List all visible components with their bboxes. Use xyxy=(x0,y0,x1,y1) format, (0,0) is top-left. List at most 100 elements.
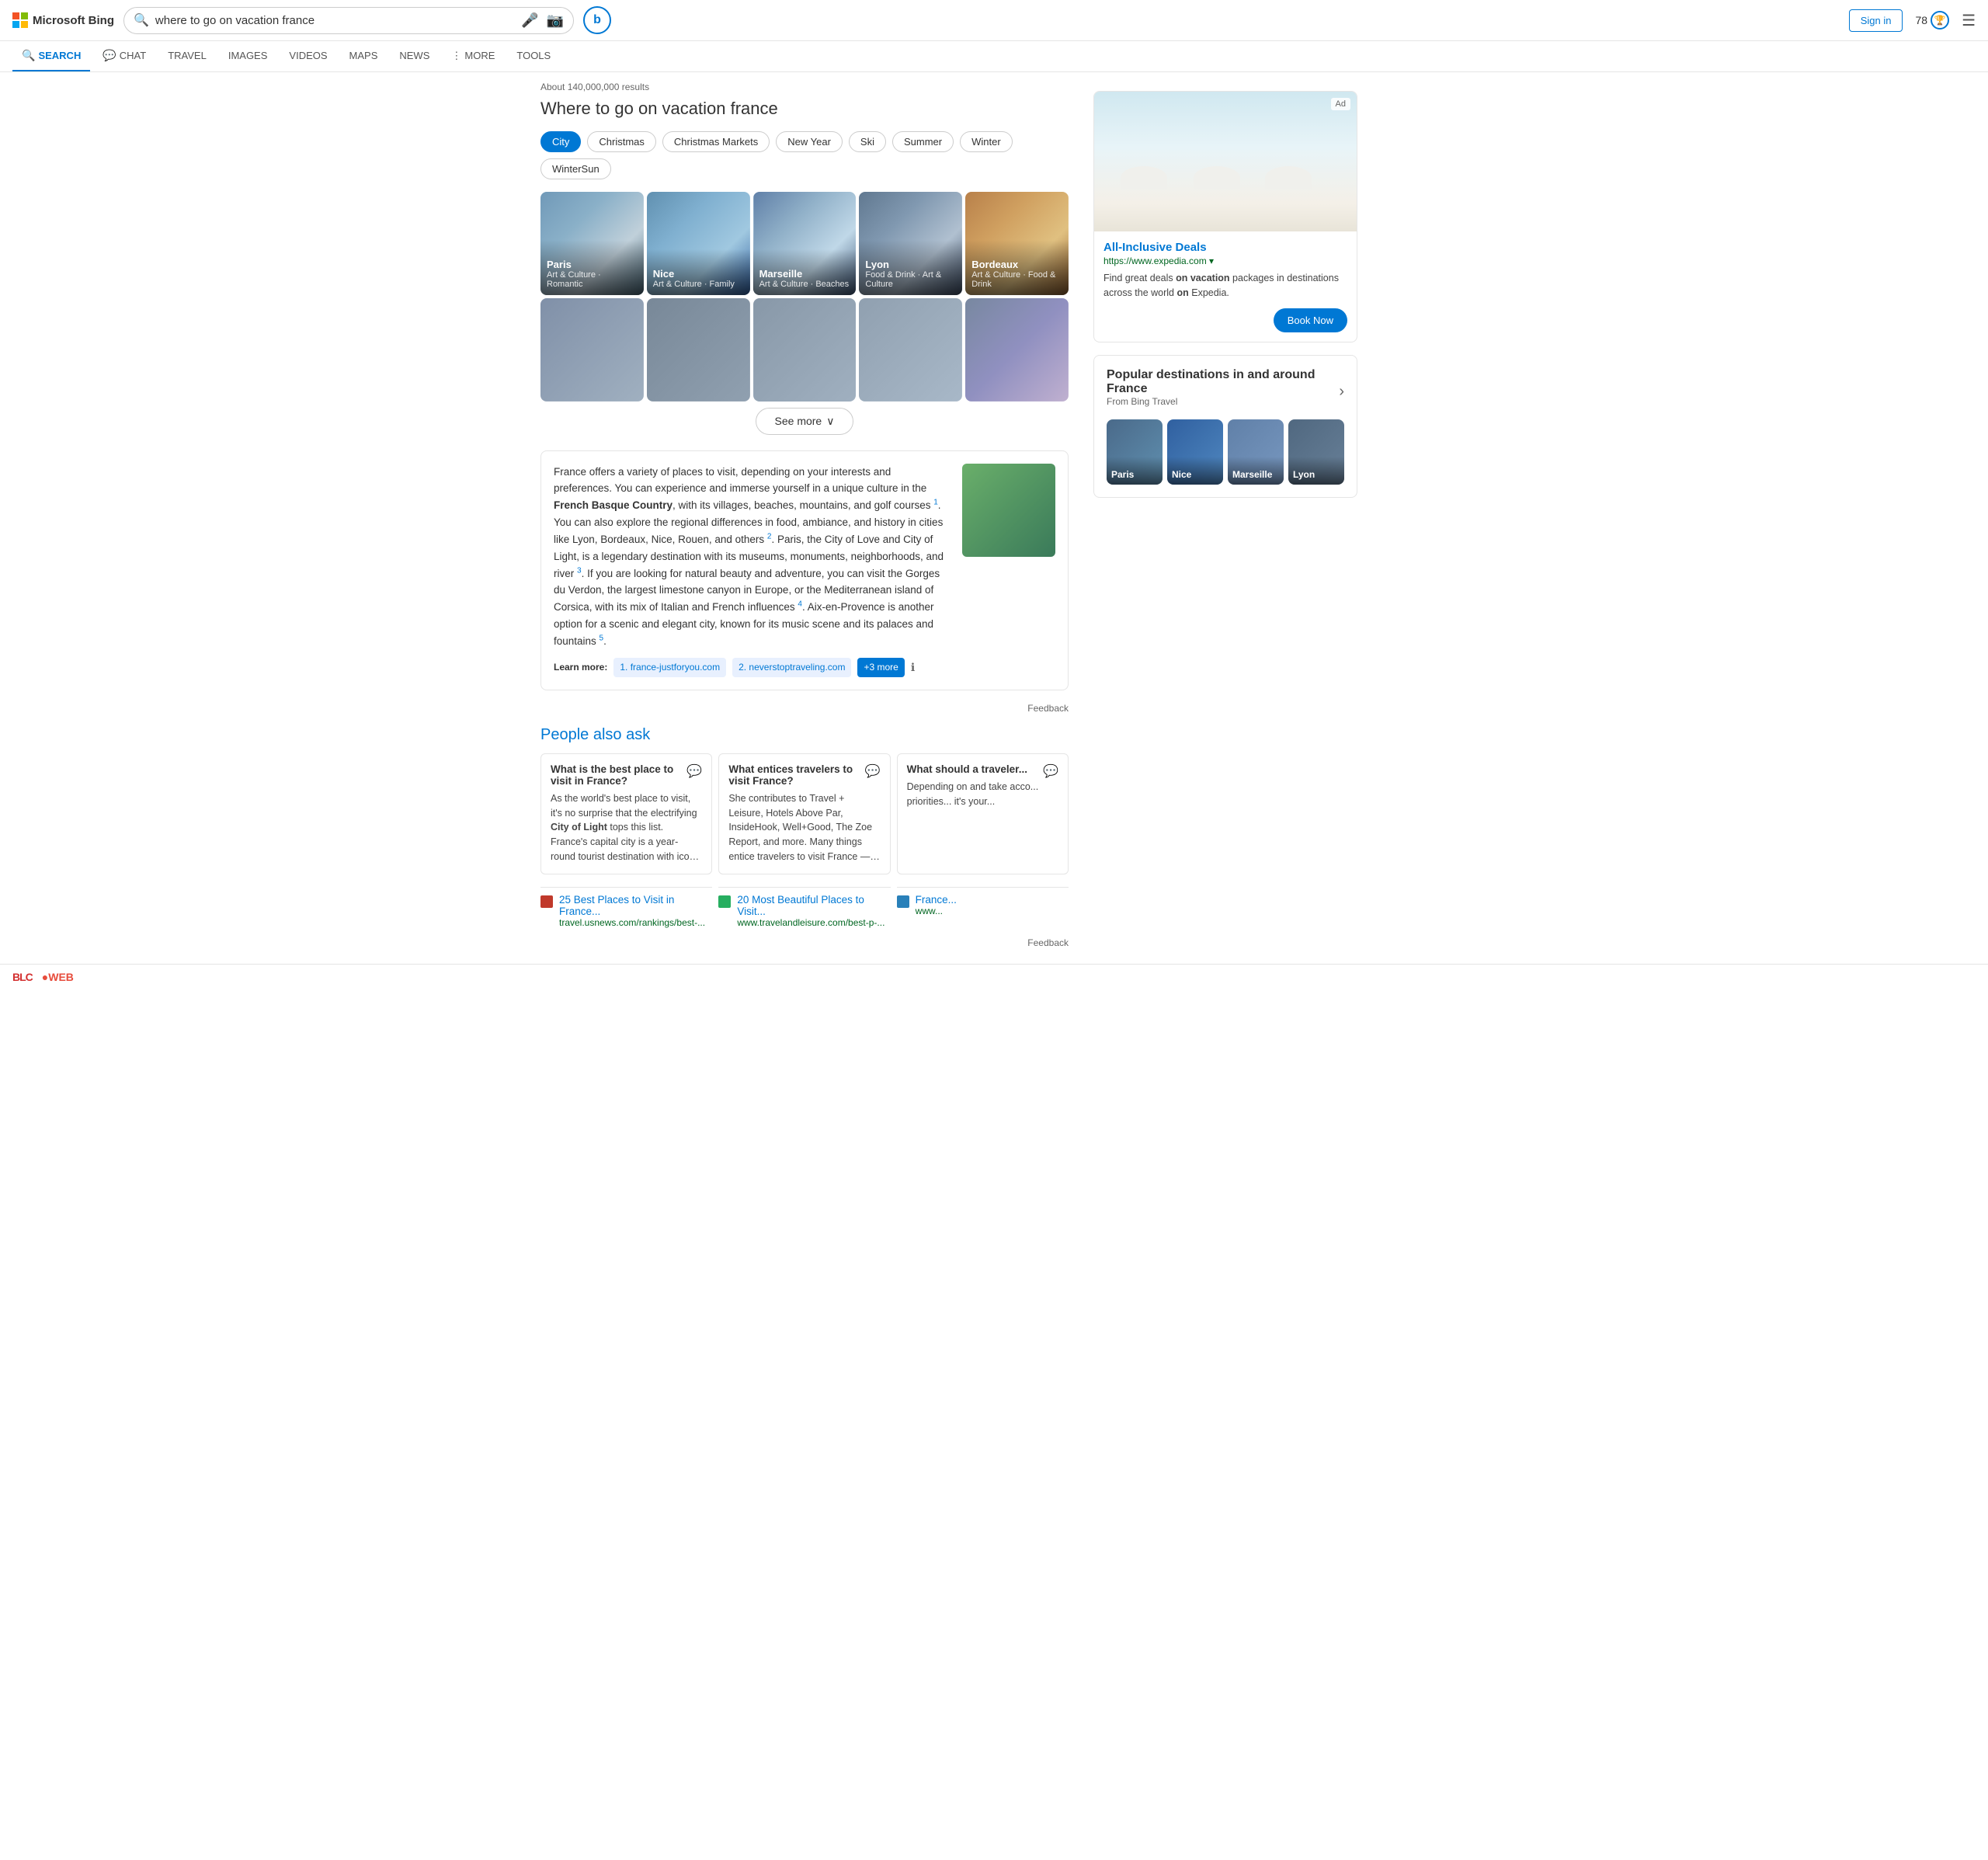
bottom-bar: BLC ●WEB xyxy=(0,964,1988,989)
nav-item-maps[interactable]: MAPS xyxy=(340,42,388,71)
nav-item-news[interactable]: NEWS xyxy=(390,42,439,71)
book-now-button[interactable]: Book Now xyxy=(1274,308,1347,332)
nav-item-videos[interactable]: VIDEOS xyxy=(280,42,336,71)
umbrella-1 xyxy=(1121,166,1167,189)
filter-pill-wintersun[interactable]: WinterSun xyxy=(540,158,611,179)
bing-copilot-icon[interactable]: b xyxy=(583,6,611,34)
ad-box: Ad All-Inclusive Deals https://www.exped… xyxy=(1093,91,1357,342)
nice-subtitle: Art & Culture · Family xyxy=(653,280,744,289)
search-icons-right: 🎤 📷 xyxy=(521,12,564,29)
result-1-title[interactable]: 25 Best Places to Visit in France... xyxy=(559,894,712,917)
logo-sq-green xyxy=(21,12,28,19)
pop-dest-titles: Popular destinations in and around Franc… xyxy=(1107,368,1339,416)
result-1-favicon xyxy=(540,895,553,908)
chat-nav-icon: 💬 xyxy=(103,49,116,62)
paa-title: People also ask xyxy=(540,726,1069,744)
points-number: 78 xyxy=(1915,14,1927,26)
city-card-r2-1[interactable] xyxy=(540,298,644,402)
filter-pill-new-year[interactable]: New Year xyxy=(776,131,843,152)
result-2-title[interactable]: 20 Most Beautiful Places to Visit... xyxy=(737,894,890,917)
paa-card-3[interactable]: 💬 What should a traveler... Depending on… xyxy=(897,753,1069,874)
city-card-paris[interactable]: Paris Art & Culture · Romantic xyxy=(540,192,644,295)
city-card-r2-2[interactable] xyxy=(647,298,750,402)
filter-pill-christmas[interactable]: Christmas xyxy=(587,131,656,152)
r2-2-image xyxy=(647,298,750,402)
microphone-icon[interactable]: 🎤 xyxy=(521,12,538,29)
filter-pill-winter[interactable]: Winter xyxy=(960,131,1013,152)
logo-sq-red xyxy=(12,12,19,19)
nav-item-chat[interactable]: 💬 CHAT xyxy=(93,41,155,71)
paris-subtitle: Art & Culture · Romantic xyxy=(547,270,638,289)
hamburger-menu[interactable]: ☰ xyxy=(1962,11,1976,30)
pop-dest-grid: Paris Nice Marseille Lyon xyxy=(1107,419,1344,485)
camera-icon[interactable]: 📷 xyxy=(547,12,564,29)
pop-dest-subtitle: From Bing Travel xyxy=(1107,396,1339,407)
nav-item-images[interactable]: IMAGES xyxy=(219,42,277,71)
more-dots-icon: ⋮ xyxy=(451,50,461,62)
filter-pills: City Christmas Christmas Markets New Yea… xyxy=(540,131,1069,179)
description-image xyxy=(962,464,1055,557)
dest-paris-name: Paris xyxy=(1107,457,1163,485)
results-count: About 140,000,000 results xyxy=(540,82,1069,92)
learn-more-link-1[interactable]: 1. france-justforyou.com xyxy=(613,658,726,677)
dest-thumb-paris[interactable]: Paris xyxy=(1107,419,1163,485)
filter-pill-city[interactable]: City xyxy=(540,131,581,152)
city-card-r2-3[interactable] xyxy=(753,298,857,402)
result-2: 20 Most Beautiful Places to Visit... www… xyxy=(718,887,890,934)
city-card-bordeaux[interactable]: Bordeaux Art & Culture · Food & Drink xyxy=(965,192,1069,295)
description-text: France offers a variety of places to vis… xyxy=(554,464,950,677)
dest-thumb-marseille[interactable]: Marseille xyxy=(1228,419,1284,485)
blc-logo-highlight: ●WEB xyxy=(42,971,74,983)
pop-dest-header: Popular destinations in and around Franc… xyxy=(1107,368,1344,416)
page-title: Where to go on vacation france xyxy=(540,99,1069,119)
bordeaux-title: Bordeaux xyxy=(971,259,1062,270)
nav-item-tools[interactable]: TOOLS xyxy=(507,42,560,71)
city-card-r2-4[interactable] xyxy=(859,298,962,402)
umbrella-3 xyxy=(1265,166,1312,189)
umbrella-2 xyxy=(1194,166,1240,189)
paa-card-2[interactable]: 💬 What entices travelers to visit France… xyxy=(718,753,890,874)
city-cards-grid: Paris Art & Culture · Romantic Nice Art … xyxy=(540,192,1069,295)
city-card-lyon[interactable]: Lyon Food & Drink · Art & Culture xyxy=(859,192,962,295)
info-icon[interactable]: ℹ xyxy=(911,659,915,676)
marseille-subtitle: Art & Culture · Beaches xyxy=(759,280,850,289)
filter-pill-ski[interactable]: Ski xyxy=(849,131,886,152)
nav-item-more[interactable]: ⋮ MORE xyxy=(442,42,504,71)
paa-answer-2: She contributes to Travel + Leisure, Hot… xyxy=(728,791,880,864)
result-3-text: France... www... xyxy=(916,894,957,916)
r2-3-image xyxy=(753,298,857,402)
city-card-marseille[interactable]: Marseille Art & Culture · Beaches xyxy=(753,192,857,295)
pop-dest-next-icon[interactable]: › xyxy=(1339,383,1344,401)
paa-expand-icon-1[interactable]: 💬 xyxy=(686,763,702,779)
paa-card-1[interactable]: 💬 What is the best place to visit in Fra… xyxy=(540,753,712,874)
dest-marseille-name: Marseille xyxy=(1228,457,1284,485)
dest-thumb-lyon[interactable]: Lyon xyxy=(1288,419,1344,485)
more-links-button[interactable]: +3 more xyxy=(857,658,904,677)
bottom-feedback-label[interactable]: Feedback xyxy=(540,937,1069,948)
nav-item-search[interactable]: 🔍 SEARCH xyxy=(12,41,90,71)
city-card-r2-5[interactable] xyxy=(965,298,1069,402)
result-2-favicon xyxy=(718,895,731,908)
paa-expand-icon-2[interactable]: 💬 xyxy=(865,763,881,779)
see-more-button[interactable]: See more ∨ xyxy=(756,408,854,435)
nav-item-travel[interactable]: TRAVEL xyxy=(158,42,216,71)
marseille-label: Marseille Art & Culture · Beaches xyxy=(753,249,857,295)
result-1-url: travel.usnews.com/rankings/best-... xyxy=(559,917,712,928)
search-input[interactable] xyxy=(155,14,515,27)
city-card-nice[interactable]: Nice Art & Culture · Family xyxy=(647,192,750,295)
result-3-title[interactable]: France... xyxy=(916,894,957,906)
filter-pill-christmas-markets[interactable]: Christmas Markets xyxy=(662,131,770,152)
sign-in-button[interactable]: Sign in xyxy=(1849,9,1903,32)
result-3-url: www... xyxy=(916,906,957,916)
paa-expand-icon-3[interactable]: 💬 xyxy=(1043,763,1058,779)
learn-more-label: Learn more: xyxy=(554,660,607,675)
search-nav-icon: 🔍 xyxy=(22,49,35,62)
paa-question-3: What should a traveler... xyxy=(907,763,1058,775)
content-wrapper: About 140,000,000 results Where to go on… xyxy=(528,72,1460,948)
filter-pill-summer[interactable]: Summer xyxy=(892,131,954,152)
dest-thumb-nice[interactable]: Nice xyxy=(1167,419,1223,485)
rewards-icon[interactable]: 🏆 xyxy=(1931,11,1949,30)
learn-more-link-2[interactable]: 2. neverstoptraveling.com xyxy=(732,658,851,677)
learn-more-row: Learn more: 1. france-justforyou.com 2. … xyxy=(554,658,950,677)
feedback-label[interactable]: Feedback xyxy=(540,703,1069,714)
